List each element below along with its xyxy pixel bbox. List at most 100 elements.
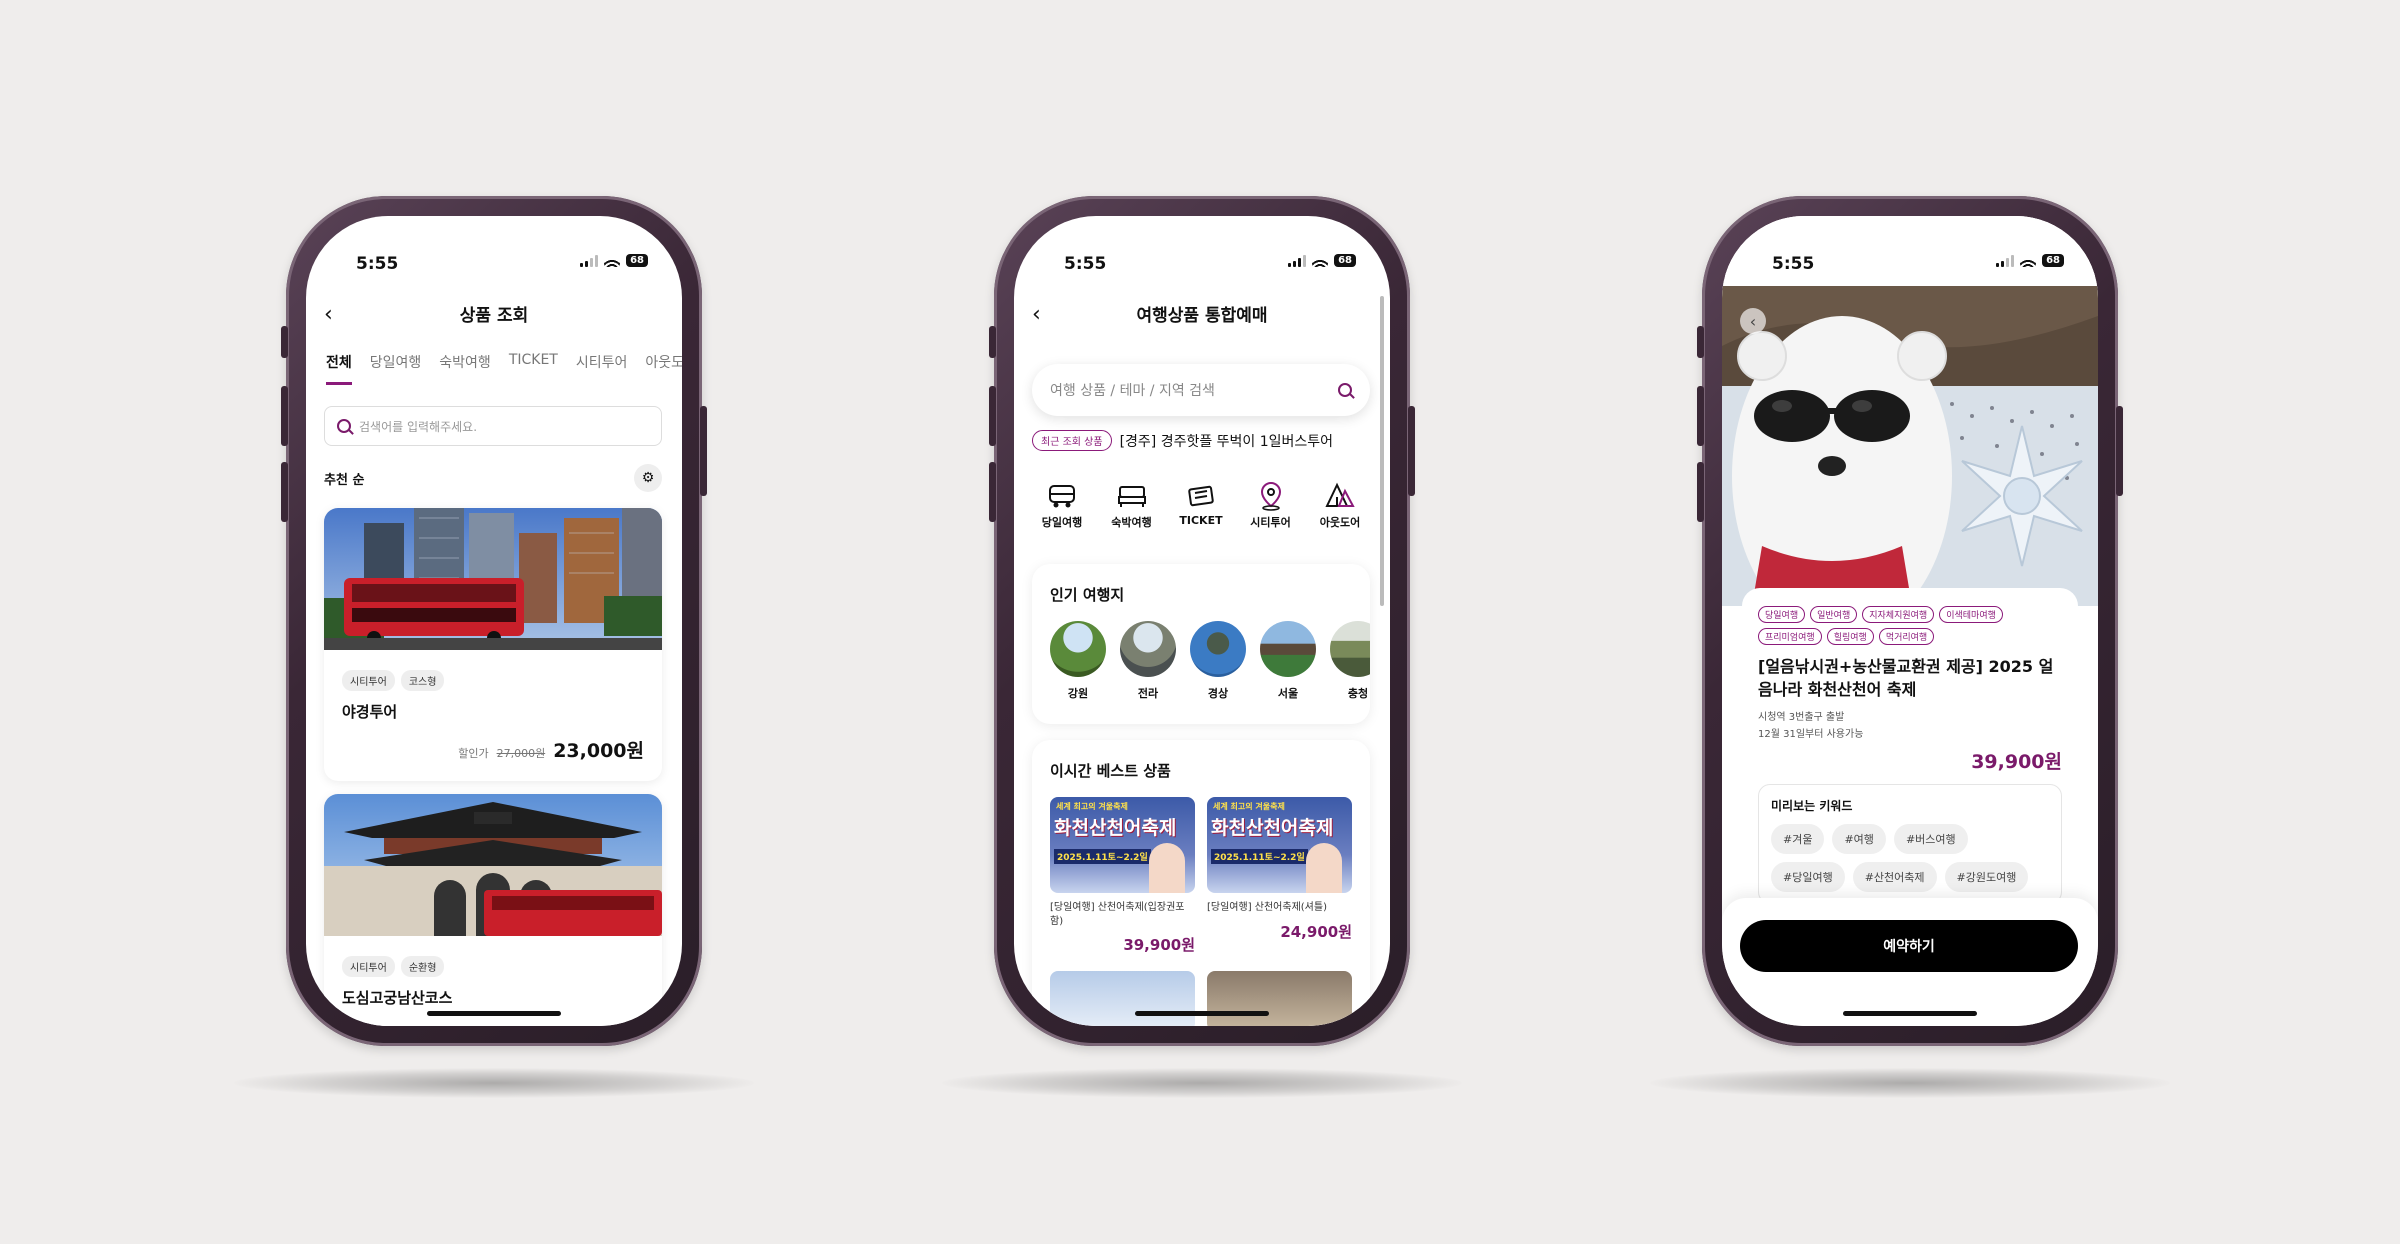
- poster-date: 2025.1.11토~2.2일: [1054, 849, 1151, 864]
- best-product-thumbnail[interactable]: [1050, 971, 1195, 1026]
- category-icons: 당일여행 숙박여행 TICKET 시티투어 아웃도어: [1032, 478, 1370, 530]
- category-stay-trip[interactable]: 숙박여행: [1102, 478, 1162, 530]
- keyword-chip[interactable]: #버스여행: [1893, 824, 1968, 855]
- tab-city-tour[interactable]: 시티투어: [576, 352, 628, 385]
- status-bar: 5:55 68: [1722, 216, 2098, 286]
- tab-day-trip[interactable]: 당일여행: [370, 352, 422, 385]
- category-label: 시티투어: [1250, 516, 1291, 529]
- category-label: 숙박여행: [1111, 516, 1152, 529]
- tent-icon: [1325, 482, 1355, 507]
- product-card[interactable]: 시티투어 순환형 도심고궁남산코스: [324, 794, 662, 1026]
- product-image-palace-tour: [324, 794, 662, 936]
- poster-person: [1149, 843, 1185, 893]
- sort-label[interactable]: 추천 순: [324, 469, 364, 488]
- search-input[interactable]: 검색어를 입력해주세요.: [324, 406, 662, 446]
- filter-icon[interactable]: ⚙: [634, 464, 662, 492]
- poster-date: 2025.1.11토~2.2일: [1211, 849, 1308, 864]
- category-tabs: 전체 당일여행 숙박여행 TICKET 시티투어 아웃도: [326, 352, 682, 385]
- tab-outdoor[interactable]: 아웃도: [645, 352, 682, 385]
- back-arrow-icon[interactable]: ‹: [324, 302, 333, 327]
- signal-icon: [1288, 254, 1307, 267]
- side-button: [989, 462, 996, 522]
- battery-icon: 68: [1334, 254, 1356, 267]
- side-button: [2116, 406, 2123, 496]
- tab-ticket[interactable]: TICKET: [509, 352, 558, 385]
- wifi-icon: [2020, 254, 2037, 267]
- back-arrow-icon[interactable]: ‹: [1032, 302, 1041, 327]
- best-product-card[interactable]: 세계 최고의 겨울축제 화천산천어축제 2025.1.11토~2.2일 [당일여…: [1207, 797, 1352, 955]
- nav-bar: ‹ 여행상품 통합예매: [1014, 296, 1390, 336]
- battery-icon: 68: [2042, 254, 2064, 267]
- destination-label: 전라: [1137, 687, 1159, 700]
- status-time: 5:55: [1772, 254, 1815, 274]
- product-meta: 시청역 3번출구 출발 12월 31일부터 사용가능: [1758, 709, 2062, 743]
- ticket-icon: [1188, 485, 1214, 507]
- keyword-chip[interactable]: #겨울: [1771, 824, 1825, 855]
- poster-title: 화천산천어축제: [1211, 817, 1334, 839]
- side-button: [1408, 406, 1415, 496]
- signal-icon: [580, 254, 599, 267]
- search-placeholder: 여행 상품 / 테마 / 지역 검색: [1050, 383, 1215, 399]
- destination-jeolla[interactable]: 전라: [1120, 621, 1176, 701]
- destination-chungcheong[interactable]: 충청: [1330, 621, 1370, 701]
- product-name: 야경투어: [342, 703, 398, 721]
- destination-thumbnail: [1260, 621, 1316, 677]
- destination-seoul[interactable]: 서울: [1260, 621, 1316, 701]
- side-button: [700, 406, 707, 496]
- product-tag: 프리미엄여행: [1758, 628, 1822, 645]
- back-arrow-icon[interactable]: ‹: [1740, 308, 1766, 334]
- tab-all[interactable]: 전체: [326, 352, 352, 385]
- destination-gyeongsang[interactable]: 경상: [1190, 621, 1246, 701]
- search-icon[interactable]: [1338, 383, 1352, 397]
- best-product-thumbnail[interactable]: [1207, 971, 1352, 1026]
- best-product-caption: [당일여행] 산천어축제(셔틀): [1207, 902, 1327, 913]
- usage-info: 12월 31일부터 사용가능: [1758, 729, 1864, 741]
- side-button: [989, 326, 996, 358]
- product-tag: 순환형: [400, 956, 445, 977]
- keyword-chip[interactable]: #강원도여행: [1944, 862, 2029, 893]
- destination-thumbnail: [1050, 621, 1106, 677]
- category-day-trip[interactable]: 당일여행: [1032, 478, 1092, 530]
- keyword-title: 미리보는 키워드: [1771, 799, 1853, 814]
- recent-viewed[interactable]: 최근 조회 상품 [경주] 경주핫플 뚜벅이 1일버스투어: [1032, 430, 1333, 451]
- product-card[interactable]: 시티투어 코스형 야경투어 할인가 27,000원 23,000원: [324, 508, 662, 781]
- poster-subtitle: 세계 최고의 겨울축제: [1056, 802, 1128, 811]
- signal-icon: [1996, 254, 2015, 267]
- destination-thumbnail: [1190, 621, 1246, 677]
- category-ticket[interactable]: TICKET: [1171, 478, 1231, 530]
- keyword-chip[interactable]: #산천어축제: [1852, 862, 1937, 893]
- popular-destinations-panel: 인기 여행지 강원 전라 경상 서울 충청: [1032, 564, 1370, 724]
- destination-label: 충청: [1347, 687, 1369, 700]
- keyword-chip[interactable]: #당일여행: [1771, 862, 1845, 893]
- home-indicator: [1843, 1011, 1977, 1016]
- destination-gangwon[interactable]: 강원: [1050, 621, 1106, 701]
- product-tag: 힐링여행: [1826, 628, 1874, 645]
- product-name: 도심고궁남산코스: [342, 989, 453, 1007]
- battery-icon: 68: [626, 254, 648, 267]
- category-label: TICKET: [1179, 514, 1223, 527]
- search-input[interactable]: 여행 상품 / 테마 / 지역 검색: [1032, 364, 1370, 416]
- product-tag: 코스형: [400, 670, 445, 691]
- category-label: 당일여행: [1041, 516, 1083, 529]
- destination-thumbnail: [1120, 621, 1176, 677]
- product-tags: 당일여행 일반여행 지자체지원여행 이색테마여행 프리미엄여행 힐링여행 먹거리…: [1758, 606, 2048, 645]
- scrollbar[interactable]: [1380, 296, 1384, 606]
- sale-price: 23,000원: [553, 740, 644, 762]
- side-button: [281, 386, 288, 446]
- side-button: [281, 326, 288, 358]
- category-outdoor[interactable]: 아웃도어: [1310, 478, 1370, 530]
- side-button: [1697, 326, 1704, 358]
- keyword-chip[interactable]: #여행: [1832, 824, 1886, 855]
- category-city-tour[interactable]: 시티투어: [1241, 478, 1301, 530]
- keyword-preview: 미리보는 키워드 #겨울 #여행 #버스여행 #당일여행 #산천어축제 #강원도…: [1758, 784, 2062, 905]
- wifi-icon: [1312, 254, 1329, 267]
- tab-stay-trip[interactable]: 숙박여행: [439, 352, 491, 385]
- destination-label: 강원: [1067, 687, 1089, 700]
- departure-info: 시청역 3번출구 출발: [1758, 712, 1845, 724]
- best-product-price: 24,900원: [1280, 922, 1352, 941]
- reserve-button[interactable]: 예약하기: [1740, 920, 2078, 972]
- search-placeholder: 검색어를 입력해주세요.: [359, 419, 478, 434]
- product-image-night-tour: [324, 508, 662, 650]
- best-product-card[interactable]: 세계 최고의 겨울축제 화천산천어축제 2025.1.11토~2.2일 [당일여…: [1050, 797, 1195, 955]
- screen-integrated-booking: 5:55 68 ‹ 여행상품 통합예매 여행 상품 / 테마 / 지역 검색 최…: [1014, 216, 1390, 1026]
